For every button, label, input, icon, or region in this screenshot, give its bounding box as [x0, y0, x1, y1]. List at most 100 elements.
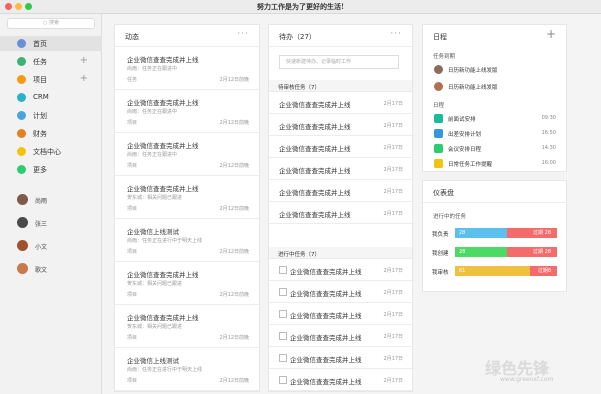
event-icon — [434, 144, 443, 153]
add-schedule-button[interactable]: + — [546, 27, 556, 41]
todo-row[interactable]: 企业微信查查完成并上线 2月17日 — [269, 93, 412, 114]
nav-icon — [17, 93, 26, 102]
pending-section-header[interactable]: 待审核任务（7） — [269, 80, 412, 92]
feed-item[interactable]: 企业微信查查完成并上线 贺东城：相关问题已跟进 项目 2月12日前晚 — [115, 263, 259, 305]
todo-checkbox[interactable] — [279, 310, 287, 318]
progress-bar-overdue[interactable]: 过期8 — [530, 266, 557, 276]
todo-row[interactable]: 企业微信查查完成并上线 2月17日 — [269, 282, 412, 303]
pending-section-title: 待审核任务（7） — [278, 85, 320, 91]
feed-item[interactable]: 企业微信查查完成并上线 尚雨：任务正在跟进中 任务 2月12日前晚 — [115, 48, 259, 90]
user-name: 小文 — [35, 244, 48, 251]
todo-row[interactable]: 企业微信查查完成并上线 2月17日 — [269, 326, 412, 347]
todo-row[interactable]: 企业微信查查完成并上线 2月17日 — [269, 203, 412, 224]
sidebar-item-5[interactable]: 财务 — [0, 126, 102, 141]
event-icon — [434, 129, 443, 138]
todo-date: 2月17日 — [383, 167, 403, 173]
feed-more-button[interactable]: ··· — [237, 29, 249, 39]
todo-checkbox[interactable] — [279, 266, 287, 274]
sidebar-item-6[interactable]: 文档中心 — [0, 144, 102, 159]
mention-row[interactable]: 日历新功能上线发版 — [423, 80, 566, 94]
sidebar-item-3[interactable]: CRM — [0, 90, 102, 105]
event-text: 会议安排日程 — [448, 147, 482, 153]
todo-text: 企业微信查查完成并上线 — [279, 145, 351, 153]
todo-checkbox[interactable] — [279, 288, 287, 296]
feed-item[interactable]: 企业微信查查完成并上线 贺东城：相关问题已跟进 项目 2月12日前晚 — [115, 306, 259, 348]
user-item[interactable]: 小文 — [0, 238, 102, 256]
avatar — [17, 240, 28, 251]
dashboard-row[interactable]: 我创建 28 过期 28 — [423, 246, 566, 258]
feed-item-tag: 任务 — [127, 77, 138, 83]
progress-bar-active[interactable]: 28 — [455, 247, 507, 257]
feed-item-time: 2月12日前晚 — [219, 292, 249, 298]
user-name: 尚雨 — [35, 198, 48, 205]
mention-row[interactable]: 日历新功能上线发版 — [423, 63, 566, 77]
feed-item[interactable]: 企业微信上线测试 尚雨：任务正在进行中于明天上线 项目 2月12日前晚 — [115, 349, 259, 391]
feed-item-subtitle: 尚雨：任务正在跟进中 — [127, 109, 178, 115]
feed-item-time: 2月12日前晚 — [219, 249, 249, 255]
progress-section-header[interactable]: 进行中任务（7） — [269, 247, 412, 259]
user-item[interactable]: 尚雨 — [0, 192, 102, 210]
nav-icon — [17, 129, 26, 138]
progress-bar-overdue[interactable]: 过期 28 — [507, 228, 557, 238]
search-input[interactable]: ○ 搜索 — [7, 18, 95, 29]
progress-bar-active[interactable]: 28 — [455, 228, 507, 238]
nav-icon — [17, 39, 26, 48]
todo-date: 2月17日 — [383, 268, 403, 274]
todo-checkbox[interactable] — [279, 354, 287, 362]
feed-item-tag: 项目 — [127, 292, 138, 298]
dashboard-row[interactable]: 我负责 28 过期 28 — [423, 227, 566, 239]
dashboard-title: 仪表盘 — [433, 189, 454, 197]
sidebar-item-2[interactable]: 项目 + — [0, 72, 102, 87]
title-bar: 努力工作是为了更好的生活! — [0, 0, 601, 14]
feed-item[interactable]: 企业微信上线测试 尚雨：任务正在进行中于明天上线 项目 2月12日前晚 — [115, 220, 259, 262]
feed-item-subtitle: 贺东城：相关问题已跟进 — [127, 195, 183, 201]
sidebar-item-7[interactable]: 更多 — [0, 162, 102, 177]
progress-section-title: 进行中任务（7） — [278, 252, 320, 258]
dashboard-panel: 仪表盘 进行中的任务 我负责 28 过期 28 我创建 28 过期 28 我审核 61 过期8 — [422, 180, 567, 292]
quick-todo-input[interactable]: 快速新建待办、记录临时工作 — [279, 55, 399, 69]
add-icon[interactable]: + — [80, 73, 88, 84]
event-row[interactable]: 日常任务工作提醒 16:00 — [423, 157, 566, 171]
todo-row[interactable]: 企业微信查查完成并上线 2月17日 — [269, 260, 412, 281]
todo-row[interactable]: 企业微信查查完成并上线 2月17日 — [269, 348, 412, 369]
todo-row[interactable]: 企业微信查查完成并上线 2月17日 — [269, 159, 412, 180]
todo-checkbox[interactable] — [279, 332, 287, 340]
dashboard-subtitle: 进行中的任务 — [433, 214, 467, 220]
sidebar-item-1[interactable]: 任务 + — [0, 54, 102, 69]
feed-item-tag: 项目 — [127, 335, 138, 341]
dashboard-row-label: 我负责 — [432, 232, 449, 238]
feed-item[interactable]: 企业微信查查完成并上线 尚雨：任务正在跟进中 项目 2月12日前晚 — [115, 91, 259, 133]
feed-item-subtitle: 尚雨：任务正在跟进中 — [127, 66, 178, 72]
todo-row[interactable]: 企业微信查查完成并上线 2月17日 — [269, 370, 412, 391]
nav-icon — [17, 147, 26, 156]
event-row[interactable]: 出差安排计划 16:50 — [423, 127, 566, 141]
feed-item-time: 2月12日前晚 — [219, 335, 249, 341]
user-item[interactable]: 歌文 — [0, 261, 102, 279]
feed-item-title: 企业微信查查完成并上线 — [127, 142, 199, 150]
dashboard-row-label: 我创建 — [432, 251, 449, 257]
sidebar: ○ 搜索 首页任务 + 项目 + CRM 计划财务文档中心更多 尚雨张三小文歌文 — [0, 14, 102, 394]
progress-bar-overdue[interactable]: 过期 28 — [507, 247, 557, 257]
event-row[interactable]: 会议安排日程 14:30 — [423, 142, 566, 156]
todo-row[interactable]: 企业微信查查完成并上线 2月17日 — [269, 137, 412, 158]
feed-item[interactable]: 企业微信查查完成并上线 贺东城：相关问题已跟进 项目 2月12日前晚 — [115, 177, 259, 219]
dashboard-row[interactable]: 我审核 61 过期8 — [423, 265, 566, 277]
feed-item-subtitle: 贺东城：相关问题已跟进 — [127, 281, 183, 287]
todo-row[interactable]: 企业微信查查完成并上线 2月17日 — [269, 181, 412, 202]
user-item[interactable]: 张三 — [0, 215, 102, 233]
todo-checkbox[interactable] — [279, 376, 287, 384]
sidebar-item-4[interactable]: 计划 — [0, 108, 102, 123]
progress-bar-active[interactable]: 61 — [455, 266, 530, 276]
schedule-header: 日程 + — [423, 25, 566, 47]
feed-item[interactable]: 企业微信查查完成并上线 尚雨：任务正在跟进中 项目 2月12日前晚 — [115, 134, 259, 176]
todo-row[interactable]: 企业微信查查完成并上线 2月17日 — [269, 304, 412, 325]
add-icon[interactable]: + — [80, 55, 88, 66]
sidebar-item-label: 财务 — [33, 130, 47, 138]
todo-row[interactable]: 企业微信查查完成并上线 2月17日 — [269, 115, 412, 136]
event-row[interactable]: 前面试安排 09:30 — [423, 112, 566, 126]
feed-item-time: 2月12日前晚 — [219, 206, 249, 212]
feed-item-time: 2月12日前晚 — [219, 378, 249, 384]
sidebar-item-0[interactable]: 首页 — [0, 36, 102, 51]
todo-more-button[interactable]: ··· — [390, 29, 402, 39]
todo-text: 企业微信查查完成并上线 — [279, 101, 351, 109]
